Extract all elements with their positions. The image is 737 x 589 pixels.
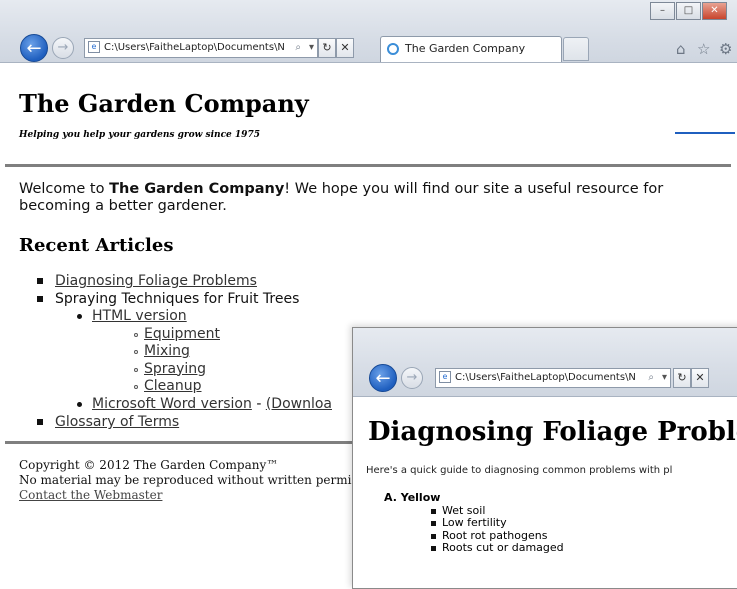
section-link-equipment[interactable]: Equipment [144,326,220,342]
browser-toolbar-secondary: ← → e C:\Users\FaitheLaptop\Documents\N ⌕… [353,328,737,397]
tagline: Helping you help your gardens grow since… [19,130,260,140]
back-button[interactable]: ← [20,34,48,62]
search-icon[interactable]: ⌕ [295,39,301,57]
stop-button[interactable]: ✕ [336,38,354,58]
welcome-prefix: Welcome to [19,181,110,197]
address-bar[interactable]: e C:\Users\FaitheLaptop\Documents\N ⌕ ▾ [435,368,671,388]
html-version-link[interactable]: HTML version [92,308,187,324]
welcome-paragraph: Welcome to The Garden Company! We hope y… [19,181,719,215]
section-link-spraying[interactable]: Spraying [144,361,206,377]
list-item: A. Yellow [384,491,737,505]
browser-toolbar: – □ ✕ ← → e C:\Users\FaitheLaptop\Documen… [0,0,737,63]
list-item: Diagnosing Foliage Problems [19,272,737,290]
word-version-link[interactable]: Microsoft Word version [92,396,252,412]
forward-button[interactable]: → [401,367,423,389]
address-dropdown-icon[interactable]: ▾ [309,39,314,57]
header-divider [5,164,731,167]
refresh-icon: ↻ [322,41,332,54]
home-icon[interactable]: ⌂ [676,40,686,58]
list-item: Wet soil [384,504,737,518]
refresh-button[interactable]: ↻ [318,38,336,58]
favorites-icon[interactable]: ☆ [697,40,710,58]
search-icon[interactable]: ⌕ [648,369,654,387]
forward-arrow-icon: → [406,370,418,385]
browser-window-secondary: ← → e C:\Users\FaitheLaptop\Documents\N ⌕… [352,327,737,589]
ie-page-icon [387,43,399,55]
tab-the-garden-company[interactable]: The Garden Company [380,36,562,62]
back-arrow-icon: ← [26,38,42,59]
list-item: Roots cut or damaged [384,541,737,555]
site-title: The Garden Company [19,89,309,118]
tools-gear-icon[interactable]: ⚙ [719,40,732,58]
refresh-button[interactable]: ↻ [673,368,691,388]
recent-articles-heading: Recent Articles [19,235,174,256]
accent-line [675,132,735,134]
causes-list: Wet soil Low fertility Root rot pathogen… [384,504,737,555]
article-label-spraying: Spraying Techniques for Fruit Trees [55,291,300,307]
address-text: C:\Users\FaitheLaptop\Documents\N [455,372,636,383]
back-arrow-icon: ← [375,368,391,389]
problems-list: A. Yellow Wet soil Low fertility Root ro… [384,491,737,555]
stop-icon: ✕ [695,371,705,384]
intro-text: Here's a quick guide to diagnosing commo… [366,465,673,476]
close-window-button[interactable]: ✕ [702,2,727,20]
section-link-mixing[interactable]: Mixing [144,343,190,359]
glossary-link[interactable]: Glossary of Terms [55,414,179,430]
address-text: C:\Users\FaitheLaptop\Documents\N [104,42,285,53]
section-label: A. [384,491,397,504]
forward-button[interactable]: → [52,37,74,59]
address-bar[interactable]: e C:\Users\FaitheLaptop\Documents\N ⌕ ▾ [84,38,318,58]
page-icon: e [439,371,451,383]
back-button[interactable]: ← [369,364,397,392]
contact-webmaster-link[interactable]: Contact the Webmaster [19,488,162,502]
stop-button[interactable]: ✕ [691,368,709,388]
new-tab-button[interactable] [563,37,589,61]
address-dropdown-icon[interactable]: ▾ [662,369,667,387]
maximize-button[interactable]: □ [676,2,701,20]
welcome-company-name: The Garden Company [109,181,285,197]
page-content-secondary: Diagnosing Foliage Problems Here's a qui… [353,397,737,588]
forward-arrow-icon: → [57,40,69,55]
article-link-diagnosing[interactable]: Diagnosing Foliage Problems [55,273,257,289]
page-icon: e [88,41,100,53]
article-title: Diagnosing Foliage Problems [368,417,737,447]
tab-title: The Garden Company [405,42,526,55]
section-link-cleanup[interactable]: Cleanup [144,378,202,394]
minimize-button[interactable]: – [650,2,675,20]
stop-icon: ✕ [340,41,350,54]
download-link[interactable]: (Downloa [266,396,332,412]
refresh-icon: ↻ [677,371,687,384]
section-heading: Yellow [400,491,441,504]
separator-dash: - [251,395,266,412]
list-item: Low fertility [384,516,737,530]
